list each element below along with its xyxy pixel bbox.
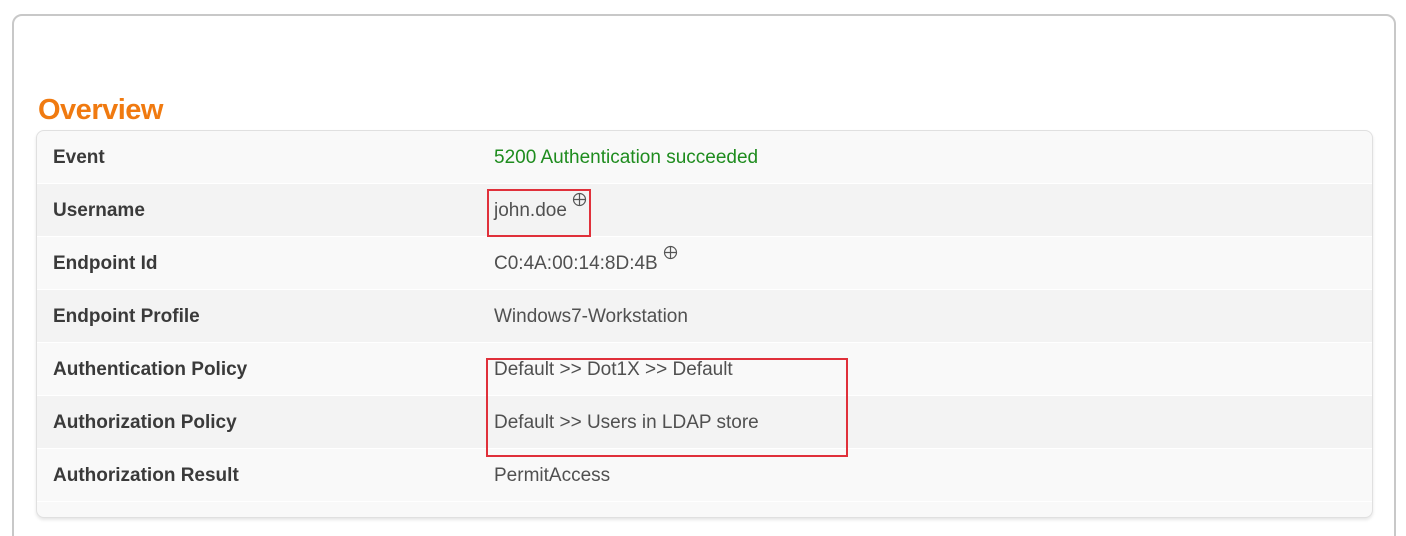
overview-page: Overview Event 5200 Authentication succe… xyxy=(0,0,1406,536)
row-label: Event xyxy=(53,147,105,168)
table-row-endpoint-profile: Endpoint Profile Windows7-Workstation xyxy=(37,290,1372,343)
table-row-username: Username john.doe xyxy=(37,184,1372,237)
table-row-authentication-policy: Authentication Policy Default >> Dot1X >… xyxy=(37,343,1372,396)
overview-table: Event 5200 Authentication succeeded User… xyxy=(36,130,1373,518)
authorization-policy-value: Default >> Users in LDAP store xyxy=(494,412,759,433)
row-label: Authorization Result xyxy=(53,465,239,486)
row-label: Endpoint Id xyxy=(53,253,158,274)
endpoint-id-value-wrap: C0:4A:00:14:8D:4B xyxy=(494,237,678,290)
row-label: Username xyxy=(53,200,145,221)
authentication-policy-value: Default >> Dot1X >> Default xyxy=(494,359,733,380)
username-value: john.doe xyxy=(494,200,567,221)
row-label: Endpoint Profile xyxy=(53,306,200,327)
overview-title: Overview xyxy=(38,94,163,126)
row-label: Authorization Policy xyxy=(53,412,237,433)
table-row-event: Event 5200 Authentication succeeded xyxy=(37,131,1372,184)
crosshair-icon[interactable] xyxy=(572,192,587,207)
table-row-authorization-result: Authorization Result PermitAccess xyxy=(37,449,1372,502)
table-row-authorization-policy: Authorization Policy Default >> Users in… xyxy=(37,396,1372,449)
crosshair-icon[interactable] xyxy=(663,245,678,260)
row-label: Authentication Policy xyxy=(53,359,248,380)
endpoint-id-value: C0:4A:00:14:8D:4B xyxy=(494,253,658,274)
endpoint-profile-value: Windows7-Workstation xyxy=(494,306,688,327)
authorization-result-value: PermitAccess xyxy=(494,465,611,486)
table-row-endpoint-id: Endpoint Id C0:4A:00:14:8D:4B xyxy=(37,237,1372,290)
username-value-wrap: john.doe xyxy=(494,184,587,237)
event-value: 5200 Authentication succeeded xyxy=(494,147,759,168)
